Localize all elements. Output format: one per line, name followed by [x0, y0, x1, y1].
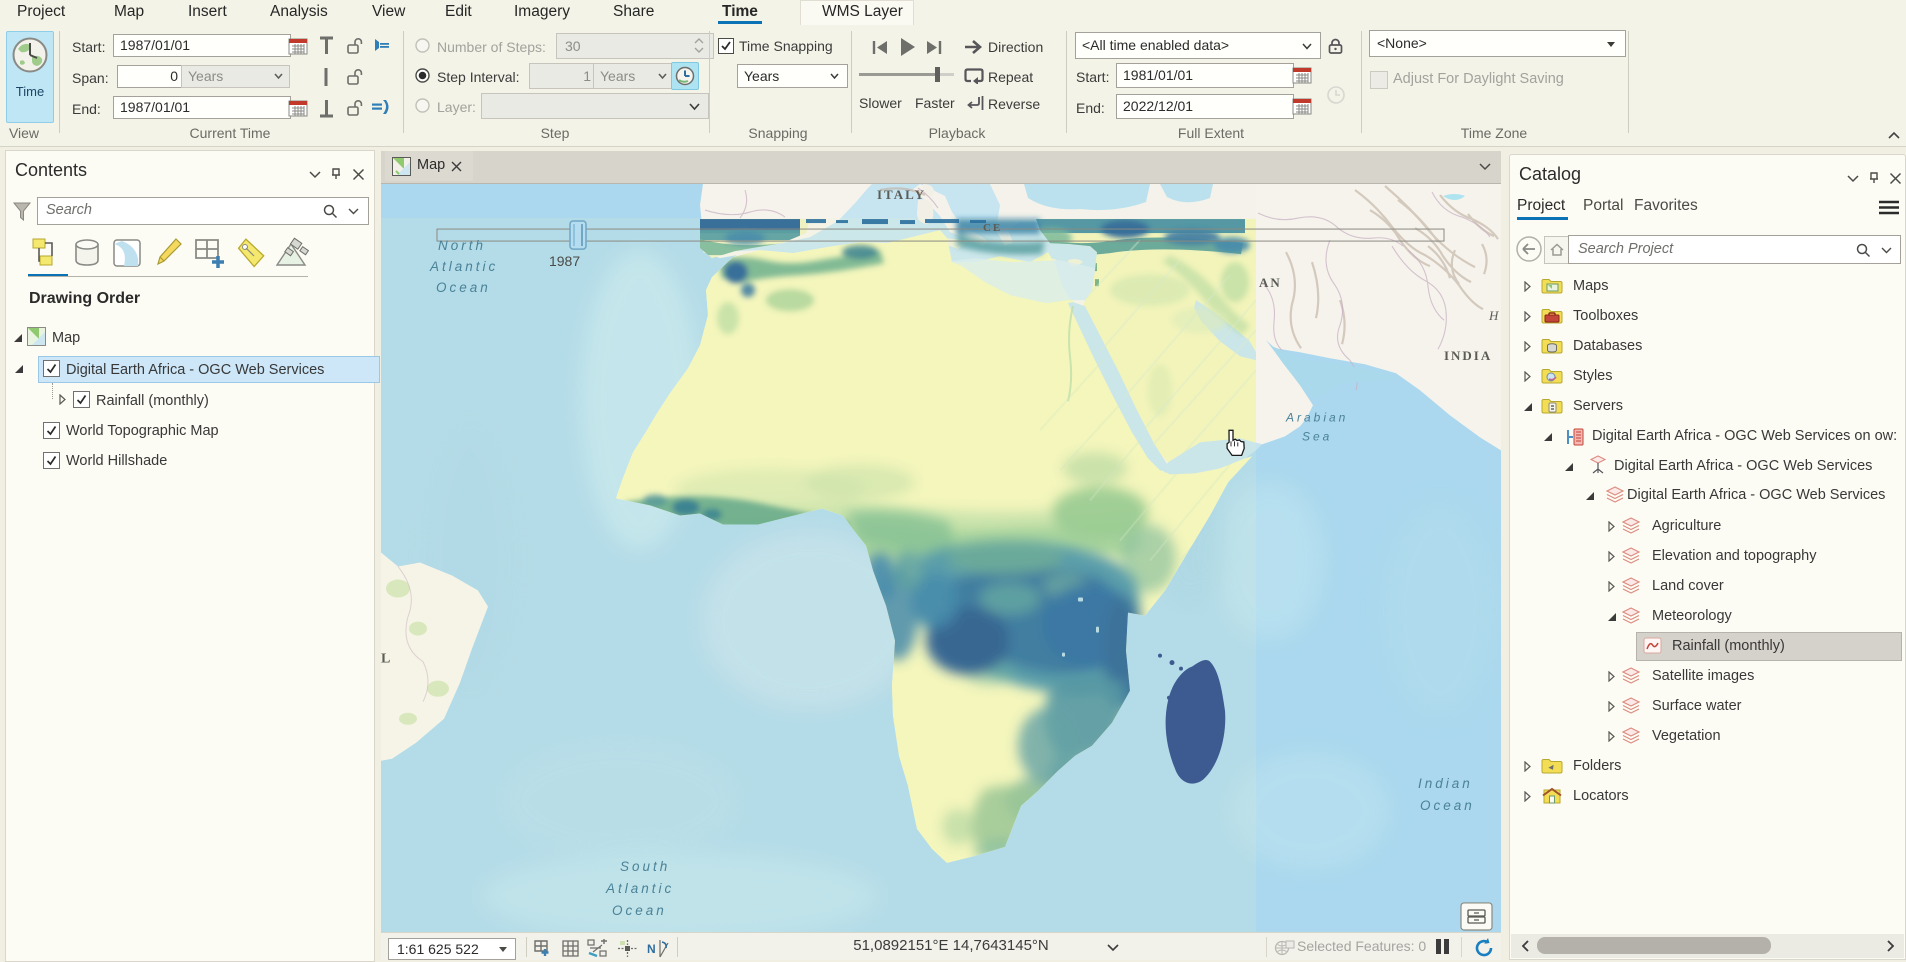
svg-text:Arabian: Arabian	[1285, 410, 1348, 424]
svg-text:L: L	[381, 652, 392, 667]
svg-text:1987: 1987	[549, 253, 580, 269]
svg-text:Ocean: Ocean	[436, 280, 491, 295]
svg-text:H: H	[1488, 308, 1499, 323]
svg-text:North: North	[438, 238, 486, 253]
svg-text:AN: AN	[1259, 275, 1282, 290]
svg-text:Indian: Indian	[1418, 776, 1473, 791]
svg-text:INDIA: INDIA	[1444, 348, 1492, 363]
svg-text:Sea: Sea	[1302, 429, 1332, 443]
svg-text:CE: CE	[983, 222, 1002, 234]
svg-text:Atlantic: Atlantic	[605, 881, 674, 896]
svg-text:N: N	[647, 942, 656, 956]
svg-text:Ocean: Ocean	[612, 903, 667, 918]
svg-text:Atlantic: Atlantic	[429, 259, 498, 274]
svg-text:ITALY: ITALY	[877, 187, 926, 202]
svg-text:Ocean: Ocean	[1420, 798, 1475, 813]
svg-text:South: South	[620, 859, 670, 874]
